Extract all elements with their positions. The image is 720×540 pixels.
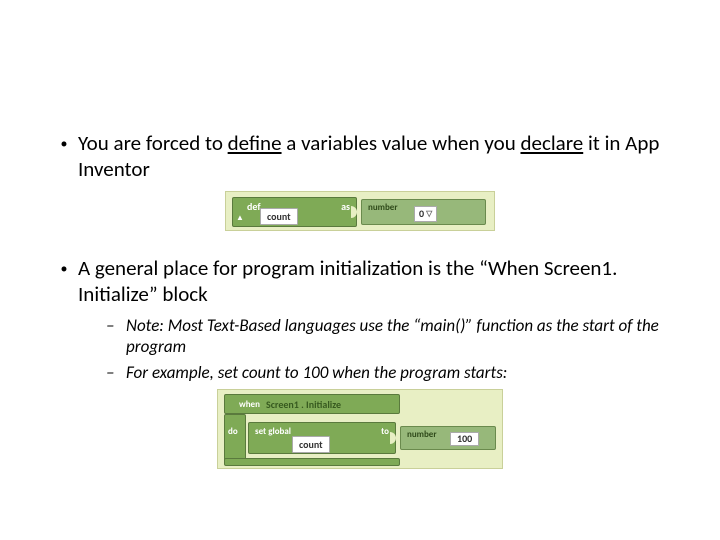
dash-icon: – bbox=[106, 362, 126, 383]
sub-bullet-1: – Note: Most Text-Based languages use th… bbox=[106, 315, 670, 358]
underline-define: define bbox=[228, 130, 282, 156]
event-label: Screen1 . Initialize bbox=[266, 398, 341, 411]
dropdown-icon: ▽ bbox=[426, 209, 432, 219]
bullet-2-text: A general place for program initializati… bbox=[78, 255, 670, 308]
when-initialize-block: when Screen1 . Initialize ▲ do set globa… bbox=[217, 389, 503, 469]
dash-icon: – bbox=[106, 315, 126, 358]
bullet-2: • A general place for program initializa… bbox=[50, 255, 670, 308]
def-count-block: ▲ def as count number 0▽ bbox=[225, 191, 495, 231]
set-number-value: 100 bbox=[450, 432, 479, 446]
number-value-field: 0▽ bbox=[414, 206, 437, 222]
bullet-dot: • bbox=[50, 255, 78, 308]
block-image-2-wrap: when Screen1 . Initialize ▲ do set globa… bbox=[50, 389, 670, 469]
bullet-1: • You are forced to define a variables v… bbox=[50, 130, 670, 183]
varname-field: count bbox=[260, 208, 298, 225]
bullet-dot: • bbox=[50, 130, 78, 183]
sub-bullet-2: – For example, set count to 100 when the… bbox=[106, 362, 670, 383]
sub-bullet-list: – Note: Most Text-Based languages use th… bbox=[106, 315, 670, 383]
underline-declare: declare bbox=[520, 130, 583, 156]
expand-icon: ▲ bbox=[236, 213, 244, 223]
set-varname-field: count bbox=[292, 436, 330, 453]
block-image-1-wrap: ▲ def as count number 0▽ bbox=[50, 191, 670, 231]
bullet-1-text: You are forced to define a variables val… bbox=[78, 130, 670, 183]
